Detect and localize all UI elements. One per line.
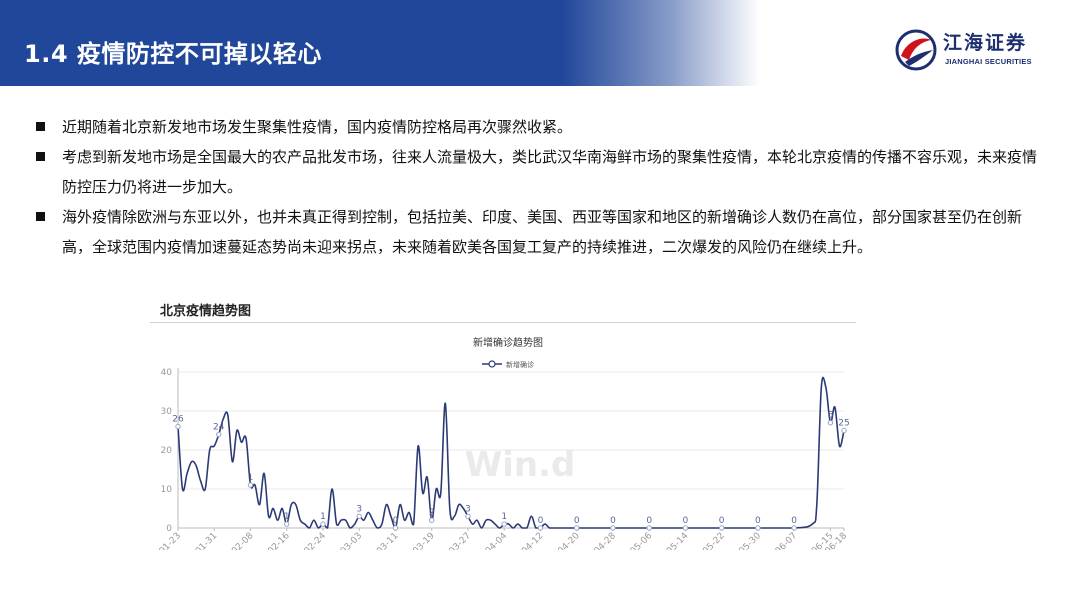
x-tick-label: 05-30 — [737, 531, 763, 550]
data-label: 0 — [791, 516, 797, 526]
data-label: 0 — [646, 516, 652, 526]
bullet-item: 考虑到新发地市场是全国最大的农产品批发市场，往来人流量极大，类比武汉华南海鲜市场… — [36, 142, 1046, 202]
x-tick-label: 04-20 — [556, 531, 582, 550]
data-label: 25 — [838, 419, 849, 429]
data-point — [610, 525, 616, 531]
x-tick-label: 03-19 — [411, 531, 437, 550]
data-point — [392, 525, 399, 531]
y-tick-label: 20 — [161, 446, 173, 456]
line-chart: 新增确诊趋势图新增确诊01020304001-23 01-31 02-08 02-16… — [158, 336, 850, 550]
x-tick-label: 02-16 — [266, 531, 292, 550]
bullet-text: 海外疫情除欧洲与东亚以外，也并未真正得到控制，包括拉美、印度、美国、西亚等国家和… — [62, 208, 1023, 256]
legend-label: 新增确诊 — [506, 360, 534, 369]
data-point — [175, 423, 181, 430]
company-logo: 江海证券 JIANGHAI SECURITIES — [893, 26, 1063, 74]
chart-panel: 北京疫情趋势图 新增确诊趋势图 新增确诊 0 10 20 30 40 01-23 01-31 02… — [150, 288, 856, 550]
data-point — [791, 525, 797, 531]
x-tick-label: 05-06 — [629, 531, 655, 550]
x-tick-label: 02-08 — [230, 531, 256, 550]
data-label: 1 — [248, 473, 254, 483]
x-tick-label: 05-22 — [701, 531, 727, 550]
data-point — [501, 521, 507, 527]
data-label: 1 — [320, 512, 326, 522]
data-point — [465, 513, 471, 520]
jianghai-logo-icon — [895, 29, 937, 71]
data-point — [755, 525, 761, 531]
x-tick-label: 04-04 — [484, 531, 510, 550]
data-label: 3 — [356, 504, 362, 514]
data-label: 26 — [172, 415, 184, 425]
x-tick-label: 04-12 — [520, 531, 546, 550]
y-tick-label: 10 — [161, 485, 173, 495]
watermark: Win.d — [465, 445, 576, 485]
data-label: 2 — [429, 508, 435, 518]
data-label: 3 — [465, 504, 471, 514]
bullet-text: 考虑到新发地市场是全国最大的农产品批发市场，往来人流量极大，类比武汉华南海鲜市场… — [62, 148, 1038, 196]
data-label: 0 — [719, 516, 725, 526]
data-label: 0 — [610, 516, 616, 526]
bullet-square-icon — [36, 152, 45, 161]
data-point — [827, 420, 834, 426]
data-label: 24 — [213, 422, 225, 432]
x-tick-label: 03-27 — [448, 531, 474, 550]
bullet-list: 近期随着北京新发地市场发生聚集性疫情，国内疫情防控格局再次骤然收紧。 考虑到新发… — [36, 112, 1046, 262]
bullet-square-icon — [36, 122, 45, 131]
data-point — [247, 482, 254, 488]
data-label: 0 — [755, 516, 761, 526]
x-tick-label: 05-14 — [665, 531, 691, 550]
data-label: 0 — [393, 516, 399, 526]
x-tick-label: 06-07 — [774, 531, 800, 550]
data-label: 0 — [574, 516, 580, 526]
data-point — [356, 513, 362, 520]
logo-subtitle: JIANGHAI SECURITIES — [945, 57, 1032, 66]
bullet-item: 海外疫情除欧洲与东亚以外，也并未真正得到控制，包括拉美、印度、美国、西亚等国家和… — [36, 202, 1046, 262]
y-tick-label: 0 — [166, 524, 172, 534]
data-point — [216, 431, 222, 438]
data-point — [646, 525, 652, 531]
data-point — [718, 525, 725, 531]
chart-title: 新增确诊趋势图 — [473, 336, 543, 349]
data-point — [284, 521, 290, 527]
y-tick-label: 40 — [161, 368, 173, 378]
legend-marker-icon — [488, 360, 496, 368]
bullet-text: 近期随着北京新发地市场发生聚集性疫情，国内疫情防控格局再次骤然收紧。 — [62, 118, 573, 136]
x-tick-label: 03-03 — [339, 531, 365, 550]
bullet-square-icon — [36, 212, 45, 221]
data-label: 1 — [501, 512, 507, 522]
data-point — [429, 517, 435, 523]
data-label: 0 — [538, 516, 544, 526]
x-tick-label: 02-24 — [303, 531, 329, 550]
data-point — [682, 525, 689, 531]
data-point — [537, 525, 544, 531]
data-point — [841, 427, 847, 434]
slide-title: 1.4 疫情防控不可掉以轻心 — [24, 40, 322, 68]
data-point — [320, 521, 326, 527]
data-label: 6 — [828, 411, 834, 421]
data-label: 1 — [284, 512, 290, 522]
bullet-item: 近期随着北京新发地市场发生聚集性疫情，国内疫情防控格局再次骤然收紧。 — [36, 112, 1046, 142]
x-tick-label: 01-31 — [194, 531, 220, 550]
data-point — [573, 525, 580, 531]
data-label: 0 — [683, 516, 689, 526]
x-tick-label: 03-11 — [375, 531, 401, 550]
logo-name: 江海证券 — [943, 32, 1028, 54]
y-tick-label: 30 — [161, 407, 173, 417]
x-tick-label: 04-28 — [592, 531, 618, 550]
